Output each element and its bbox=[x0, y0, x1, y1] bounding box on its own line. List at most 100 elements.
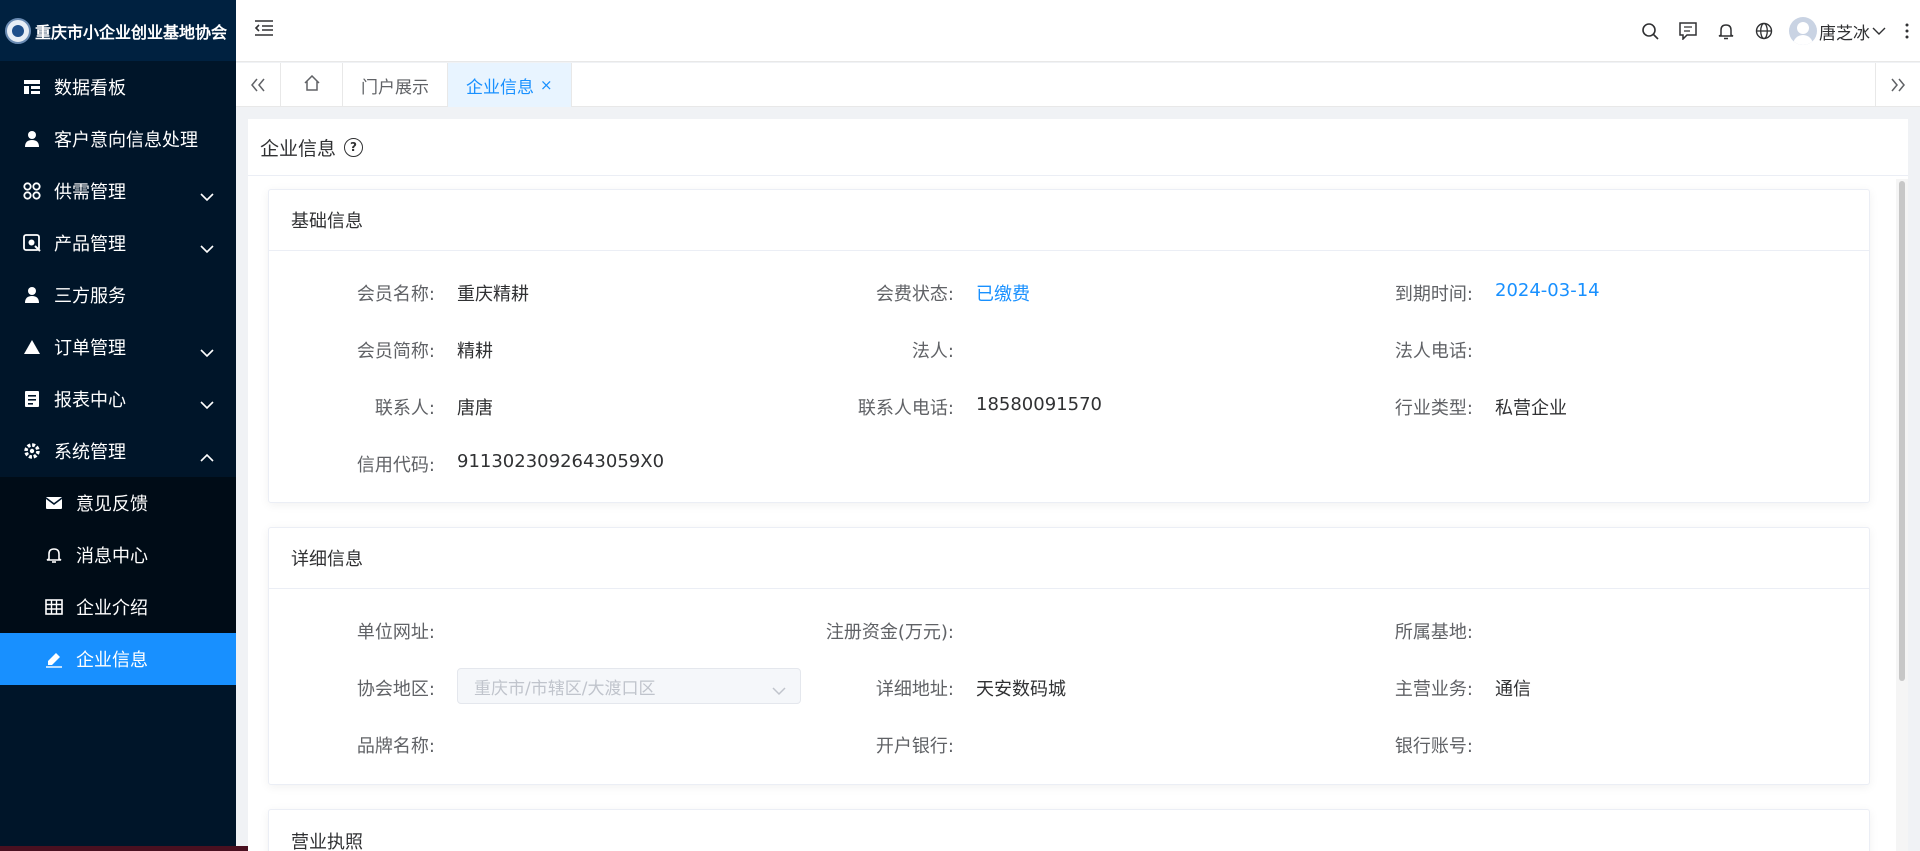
bell-icon[interactable] bbox=[1707, 0, 1745, 62]
globe-icon[interactable] bbox=[1745, 0, 1783, 62]
sidebar-item-label: 系统管理 bbox=[54, 442, 126, 463]
sidebar-item-label: 数据看板 bbox=[54, 78, 126, 99]
system-submenu: 意见反馈 消息中心 企业介绍 企业信息 bbox=[0, 477, 236, 685]
legal-person-label: 法人: bbox=[911, 341, 954, 362]
legal-phone-label: 法人电话: bbox=[1394, 341, 1473, 362]
detail-info-card: 详细信息 单位网址: 注册资金(万元): 所属基地: 协会地区: 重庆市/市辖区… bbox=[268, 527, 1870, 785]
grid-icon bbox=[22, 181, 42, 201]
contact-label: 联系人: bbox=[374, 398, 435, 419]
sidebar-item-messages[interactable]: 消息中心 bbox=[0, 529, 236, 581]
short-name-value: 精耕 bbox=[457, 341, 493, 362]
username: 唐芝冰 bbox=[1819, 23, 1870, 44]
table-icon bbox=[44, 597, 64, 617]
member-name-label: 会员名称: bbox=[356, 284, 435, 305]
contact-value: 唐唐 bbox=[457, 398, 493, 419]
card-title: 营业执照 bbox=[269, 810, 1869, 851]
chevron-down-icon bbox=[200, 238, 214, 259]
industry-value: 私营企业 bbox=[1495, 398, 1567, 419]
user-icon bbox=[22, 285, 42, 305]
sidebar-item-label: 消息中心 bbox=[76, 546, 148, 567]
mail-icon bbox=[44, 493, 64, 513]
tabs-scroll-left-icon[interactable] bbox=[236, 63, 281, 107]
sidebar-item-feedback[interactable]: 意见反馈 bbox=[0, 477, 236, 529]
fee-status-label: 会费状态: bbox=[875, 284, 954, 305]
user-icon bbox=[22, 129, 42, 149]
sidebar-item-supply-demand[interactable]: 供需管理 bbox=[0, 165, 236, 217]
menu-fold-icon[interactable] bbox=[254, 19, 276, 41]
sidebar-item-label: 订单管理 bbox=[54, 338, 126, 359]
credit-code-label: 信用代码: bbox=[356, 455, 435, 476]
tab-bar: 门户展示 企业信息 × bbox=[236, 63, 1920, 107]
chevron-up-icon bbox=[200, 446, 214, 467]
logo[interactable]: 重庆市小企业创业基地协会 bbox=[0, 0, 236, 61]
sidebar-item-label: 企业信息 bbox=[76, 650, 148, 671]
top-header: 唐芝冰 bbox=[236, 0, 1920, 62]
tab-label: 门户展示 bbox=[361, 77, 429, 98]
basic-info-card: 基础信息 会员名称: 重庆精耕 会费状态: 已缴费 到期时间: 2024-03-… bbox=[268, 189, 1870, 503]
dashboard-icon bbox=[22, 77, 42, 97]
triangle-icon bbox=[22, 337, 42, 357]
search-icon[interactable] bbox=[1631, 0, 1669, 62]
region-label: 协会地区: bbox=[356, 679, 435, 700]
license-card: 营业执照 bbox=[268, 809, 1870, 851]
close-icon[interactable]: × bbox=[540, 76, 553, 94]
logo-emblem-icon bbox=[5, 17, 31, 44]
sidebar-item-company-info[interactable]: 企业信息 bbox=[0, 633, 236, 685]
sidebar-item-dashboard[interactable]: 数据看板 bbox=[0, 61, 236, 113]
sidebar-item-reports[interactable]: 报表中心 bbox=[0, 373, 236, 425]
scrollbar[interactable] bbox=[1896, 179, 1908, 851]
card-title: 详细信息 bbox=[269, 528, 1869, 589]
sidebar-item-customer-intent[interactable]: 客户意向信息处理 bbox=[0, 113, 236, 165]
avatar bbox=[1789, 17, 1817, 45]
account-label: 银行账号: bbox=[1394, 736, 1473, 757]
scrollbar-thumb[interactable] bbox=[1899, 181, 1905, 681]
expire-label: 到期时间: bbox=[1394, 284, 1473, 305]
sidebar-item-product[interactable]: 产品管理 bbox=[0, 217, 236, 269]
base-label: 所属基地: bbox=[1394, 622, 1473, 643]
tabs-scroll-right-icon[interactable] bbox=[1875, 63, 1920, 107]
report-icon bbox=[22, 389, 42, 409]
sidebar-item-third-party[interactable]: 三方服务 bbox=[0, 269, 236, 321]
region-select-placeholder: 重庆市/市辖区/大渡口区 bbox=[474, 678, 656, 699]
edit-icon bbox=[44, 649, 64, 669]
page-title: 企业信息 bbox=[260, 137, 337, 160]
header-actions: 唐芝冰 bbox=[1631, 0, 1920, 62]
sidebar: 重庆市小企业创业基地协会 数据看板 客户意向信息处理 供需管理 产品管理 三方服… bbox=[0, 0, 300, 851]
tab-company-info[interactable]: 企业信息 × bbox=[448, 63, 572, 107]
message-icon[interactable] bbox=[1669, 0, 1707, 62]
address-label: 详细地址: bbox=[875, 679, 954, 700]
tab-portal[interactable]: 门户展示 bbox=[343, 63, 448, 107]
page-header: 企业信息 ? bbox=[248, 119, 1908, 176]
app-title: 重庆市小企业创业基地协会 bbox=[35, 22, 228, 42]
sidebar-menu: 数据看板 客户意向信息处理 供需管理 产品管理 三方服务 订单管理 报表中心 系… bbox=[0, 61, 236, 477]
tab-home[interactable] bbox=[281, 63, 343, 107]
bell-icon bbox=[44, 545, 64, 565]
chevron-down-icon bbox=[772, 681, 786, 701]
user-menu[interactable]: 唐芝冰 bbox=[1789, 17, 1886, 45]
sidebar-item-label: 意见反馈 bbox=[76, 494, 148, 515]
bank-label: 开户银行: bbox=[875, 736, 954, 757]
sidebar-item-company-intro[interactable]: 企业介绍 bbox=[0, 581, 236, 633]
contact-phone-value: 18580091570 bbox=[976, 394, 1102, 415]
industry-label: 行业类型: bbox=[1394, 398, 1473, 419]
tab-label: 企业信息 bbox=[466, 77, 534, 98]
chevron-down-icon bbox=[200, 186, 214, 207]
short-name-label: 会员简称: bbox=[356, 341, 435, 362]
capital-label: 注册资金(万元): bbox=[825, 622, 954, 643]
region-select[interactable]: 重庆市/市辖区/大渡口区 bbox=[457, 668, 801, 704]
sidebar-item-label: 产品管理 bbox=[54, 234, 126, 255]
sidebar-item-label: 客户意向信息处理 bbox=[54, 130, 198, 151]
expire-value: 2024-03-14 bbox=[1495, 280, 1600, 301]
website-label: 单位网址: bbox=[356, 622, 435, 643]
chevron-down-icon bbox=[200, 342, 214, 363]
address-value: 天安数码城 bbox=[976, 679, 1066, 700]
sidebar-item-system[interactable]: 系统管理 bbox=[0, 425, 236, 477]
sidebar-item-orders[interactable]: 订单管理 bbox=[0, 321, 236, 373]
chevron-down-icon bbox=[200, 394, 214, 415]
sidebar-item-label: 三方服务 bbox=[54, 286, 126, 307]
home-icon bbox=[303, 74, 320, 96]
help-icon[interactable]: ? bbox=[344, 137, 364, 157]
member-name-value: 重庆精耕 bbox=[457, 284, 529, 305]
card-title: 基础信息 bbox=[269, 190, 1869, 251]
more-vertical-icon[interactable] bbox=[1894, 0, 1920, 62]
